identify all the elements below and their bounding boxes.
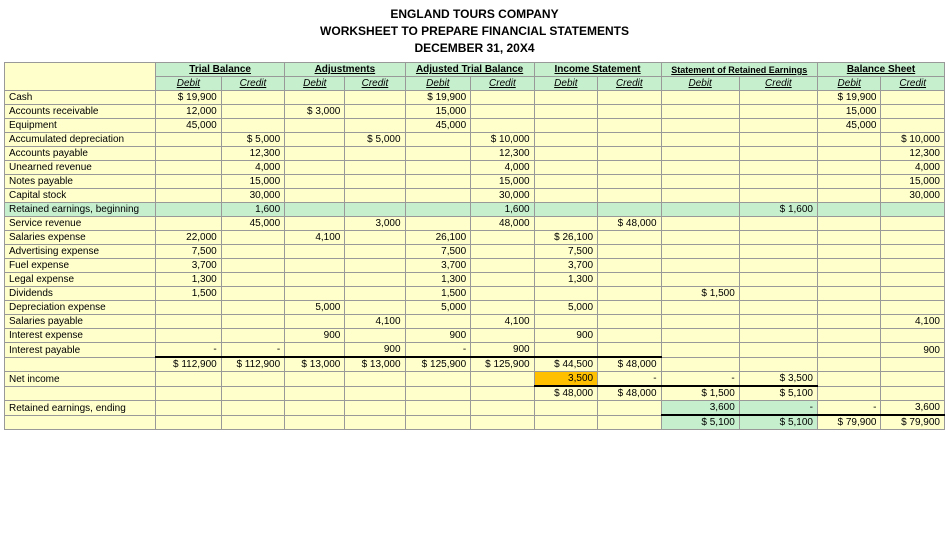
- table-row: Advertising expense7,5007,5007,500: [5, 245, 945, 259]
- adjustments-header: Adjustments: [285, 63, 405, 77]
- table-row: Accounts payable12,30012,30012,300: [5, 147, 945, 161]
- adjusted-tb-header: Adjusted Trial Balance: [405, 63, 534, 77]
- title-line2: WORKSHEET TO PREPARE FINANCIAL STATEMENT…: [4, 23, 945, 40]
- title-line1: ENGLAND TOURS COMPANY: [4, 6, 945, 23]
- bs-credit-header: Credit: [881, 77, 945, 91]
- bs-debit-header: Debit: [818, 77, 881, 91]
- table-row: Unearned revenue4,0004,0004,000: [5, 161, 945, 175]
- table-row: Salaries payable4,1004,1004,100: [5, 315, 945, 329]
- trial-balance-header: Trial Balance: [156, 63, 285, 77]
- header-row-1: Trial Balance Adjustments Adjusted Trial…: [5, 63, 945, 77]
- table-row: Retained earnings, beginning1,6001,600$ …: [5, 203, 945, 217]
- table-row: Cash$ 19,900$ 19,900$ 19,900: [5, 91, 945, 105]
- atb-credit-header: Credit: [471, 77, 534, 91]
- table-row: Service revenue45,0003,00048,000$ 48,000: [5, 217, 945, 231]
- totals-row: $ 112,900$ 112,900$ 13,000$ 13,000$ 125,…: [5, 357, 945, 372]
- adj-credit-header: Credit: [345, 77, 405, 91]
- title-section: ENGLAND TOURS COMPANY WORKSHEET TO PREPA…: [4, 6, 945, 56]
- sre-credit-header: Credit: [739, 77, 817, 91]
- final-totals-row: $ 5,100$ 5,100$ 79,900$ 79,900: [5, 415, 945, 430]
- is-credit-header: Credit: [598, 77, 661, 91]
- table-row: Salaries expense22,0004,10026,100$ 26,10…: [5, 231, 945, 245]
- tb-credit-header: Credit: [221, 77, 284, 91]
- income-stmt-header: Income Statement: [534, 63, 661, 77]
- adj-debit-header: Debit: [285, 77, 345, 91]
- table-row: Notes payable15,00015,00015,000: [5, 175, 945, 189]
- table-row: Interest expense900900900: [5, 329, 945, 343]
- totals2-row: $ 48,000$ 48,000$ 1,500$ 5,100: [5, 386, 945, 401]
- table-row: Equipment45,00045,00045,000: [5, 119, 945, 133]
- table-row: Fuel expense3,7003,7003,700: [5, 259, 945, 273]
- table-row: Accounts receivable12,000$ 3,00015,00015…: [5, 105, 945, 119]
- table-row: Legal expense1,3001,3001,300: [5, 273, 945, 287]
- retained-earnings-ending-row: Retained earnings, ending3,600--3,600: [5, 401, 945, 416]
- balance-sheet-header: Balance Sheet: [818, 63, 945, 77]
- worksheet-table: Trial Balance Adjustments Adjusted Trial…: [4, 62, 945, 430]
- table-row: Dividends1,5001,500$ 1,500: [5, 287, 945, 301]
- atb-debit-header: Debit: [405, 77, 471, 91]
- tb-debit-header: Debit: [156, 77, 222, 91]
- table-row: Interest payable--900-900900: [5, 343, 945, 358]
- table-row: Capital stock30,00030,00030,000: [5, 189, 945, 203]
- table-row: Depreciation expense5,0005,0005,000: [5, 301, 945, 315]
- sre-header: Statement of Retained Earnings: [661, 63, 817, 77]
- sre-debit-header: Debit: [661, 77, 739, 91]
- net-income-row: Net income3,500--$ 3,500: [5, 372, 945, 387]
- table-row: Accumulated depreciation$ 5,000$ 5,000$ …: [5, 133, 945, 147]
- is-debit-header: Debit: [534, 77, 597, 91]
- title-line3: DECEMBER 31, 20X4: [4, 40, 945, 57]
- main-container: ENGLAND TOURS COMPANY WORKSHEET TO PREPA…: [0, 0, 949, 434]
